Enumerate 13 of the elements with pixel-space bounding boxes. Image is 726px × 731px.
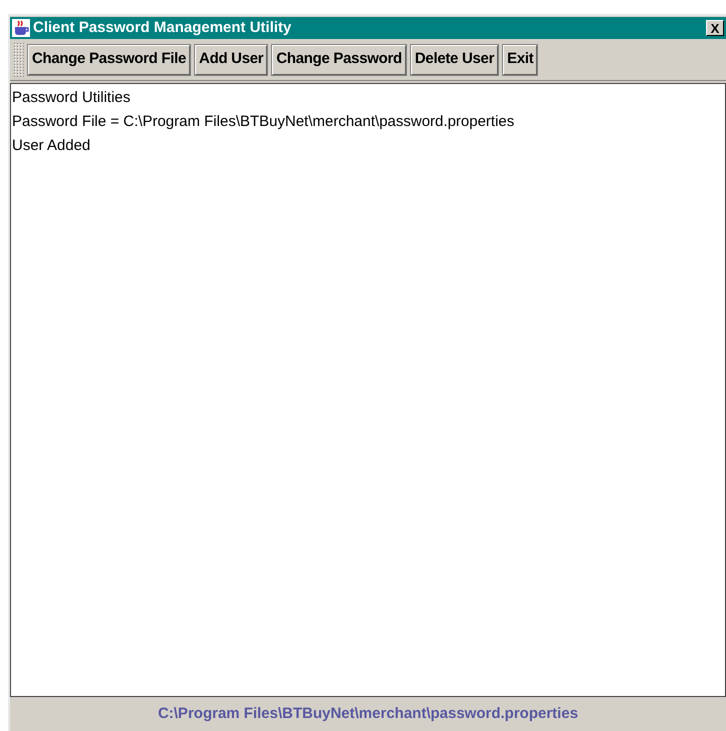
window-title: Client Password Management Utility	[33, 18, 292, 38]
cup-icon	[12, 19, 30, 37]
toolbar-button[interactable]: Delete User	[410, 44, 498, 74]
toolbar-grip-icon	[14, 42, 24, 76]
output-line: Password Utilities	[12, 88, 132, 108]
output-line: Password File = C:\Program Files\BTBuyNet\merchant\password.properties	[12, 112, 516, 132]
status-text: C:\Program Files\BTBuyNet\merchant\password.properties	[158, 704, 578, 724]
toolbar-button[interactable]: Change Password File	[28, 44, 190, 74]
toolbar-button[interactable]: Exit	[503, 44, 538, 74]
toolbar-button[interactable]: Add User	[195, 44, 268, 74]
output-line: User Added	[12, 136, 92, 156]
close-button[interactable]: X	[706, 20, 724, 36]
toolbar-button[interactable]: Change Password	[272, 44, 406, 74]
